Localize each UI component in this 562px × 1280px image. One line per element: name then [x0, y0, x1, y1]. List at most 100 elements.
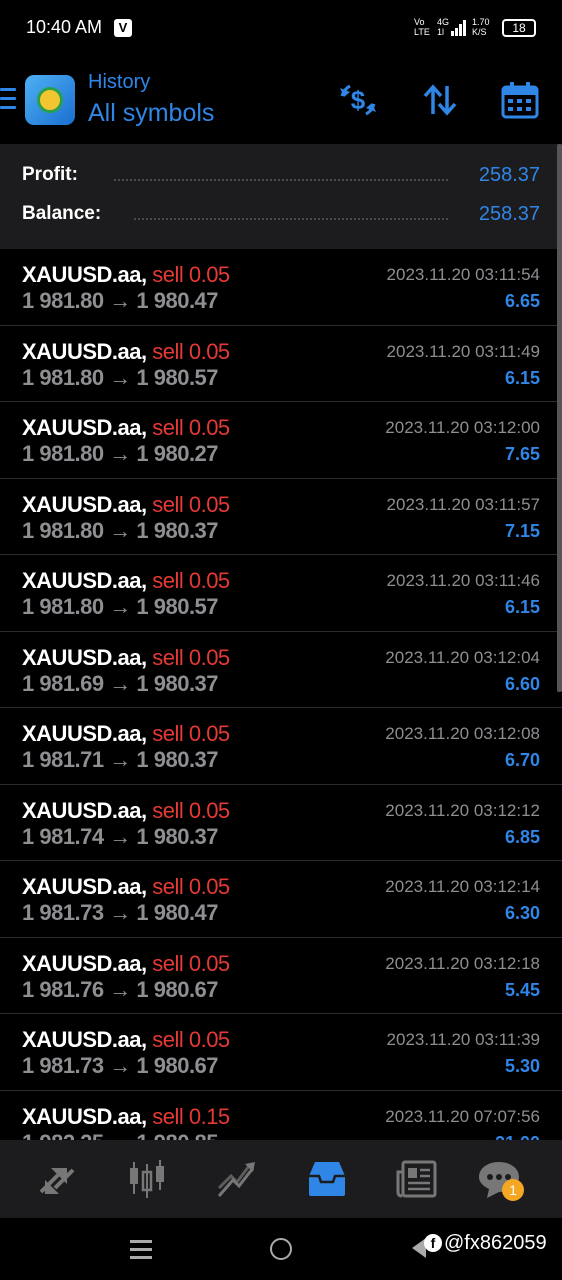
trade-profit: 6.60: [504, 673, 540, 694]
trade-time: 2023.11.20 03:12:00: [385, 418, 540, 437]
divider-dots: [114, 179, 448, 181]
price-arrow-icon: →: [109, 441, 131, 466]
trade-time: 2023.11.20 07:07:56: [385, 1106, 540, 1126]
trade-row[interactable]: XAUUSD.aa, sell 0.05 1 981.80 → 1 980.57 2…: [0, 555, 562, 632]
close-price: 1 980.27: [136, 441, 219, 466]
watermark: f @fx862059: [424, 1232, 547, 1255]
close-price: 1 980.85: [136, 1130, 218, 1141]
trade-side: sell 0.05: [152, 262, 230, 287]
trade-symbol: XAUUSD.aa, sell 0.05: [22, 262, 230, 287]
trade-side: sell 0.05: [152, 721, 230, 746]
trade-prices: 1 981.80 → 1 980.47: [22, 288, 219, 314]
open-price: 1 981.76: [22, 976, 104, 1002]
trade-prices: 1 981.73 → 1 980.47: [22, 900, 219, 926]
menu-icon[interactable]: [0, 88, 16, 110]
sort-icon[interactable]: [420, 80, 460, 120]
open-price: 1 981.73: [22, 900, 104, 925]
open-price: 1 981.80: [22, 364, 104, 390]
open-price: 1 981.71: [22, 747, 104, 772]
app-header: History All symbols $: [0, 58, 562, 144]
page-title[interactable]: All symbols: [88, 99, 214, 128]
close-price: 1 980.67: [136, 976, 219, 1002]
trade-symbol: XAUUSD.aa, sell 0.05: [22, 874, 230, 899]
trade-profit: 6.15: [504, 597, 540, 617]
open-price: 1 981.69: [22, 670, 104, 696]
trade-side: sell 0.05: [152, 950, 230, 976]
chart-icon[interactable]: [125, 1158, 169, 1200]
trade-prices: 1 981.80 → 1 980.37: [22, 517, 219, 544]
calendar-icon[interactable]: [500, 80, 540, 120]
trade-row[interactable]: XAUUSD.aa, sell 0.05 1 981.80 → 1 980.37 2…: [0, 479, 562, 555]
trade-row[interactable]: XAUUSD.aa, sell 0.05 1 981.74 → 1 980.37 2…: [0, 785, 562, 861]
price-arrow-icon: →: [109, 747, 131, 772]
trade-symbol: XAUUSD.aa, sell 0.05: [22, 338, 230, 364]
trade-row[interactable]: XAUUSD.aa, sell 0.151 982.25 → 1 980.85 2…: [0, 1091, 562, 1141]
notification-app-icon: V: [114, 19, 132, 37]
trade-row[interactable]: XAUUSD.aa, sell 0.05 1 981.73 → 1 980.67 2…: [0, 1014, 562, 1091]
scrollbar[interactable]: [557, 144, 562, 692]
close-price: 1 980.57: [136, 594, 219, 619]
page-subtitle: History: [88, 71, 151, 93]
close-price: 1 980.37: [136, 517, 219, 543]
home-button[interactable]: [270, 1238, 292, 1260]
close-price: 1 980.37: [136, 670, 219, 696]
price-arrow-icon: →: [109, 900, 131, 925]
price-arrow-icon: →: [109, 517, 131, 543]
trade-time: 2023.11.20 03:12:12: [385, 800, 540, 820]
trade-time: 2023.11.20 03:12:14: [385, 877, 540, 896]
profit-value: 258.37: [478, 164, 540, 186]
trade-time: 2023.11.20 03:11:57: [386, 494, 540, 514]
trade-row[interactable]: XAUUSD.aa, sell 0.05 1 981.80 → 1 980.27 2…: [0, 402, 562, 479]
trade-row[interactable]: XAUUSD.aa, sell 0.05 1 981.76 → 1 980.67 2…: [0, 938, 562, 1014]
open-price: 1 981.80: [22, 441, 104, 466]
network-gen-indicator: 4G 1l: [437, 17, 450, 37]
price-arrow-icon: →: [109, 594, 131, 619]
trade-time: 2023.11.20 03:11:54: [386, 265, 540, 284]
trade-row[interactable]: XAUUSD.aa, sell 0.05 1 981.80 → 1 980.47 2…: [0, 249, 562, 326]
balance-label: Balance:: [22, 203, 110, 225]
trade-row[interactable]: XAUUSD.aa, sell 0.05 1 981.80 → 1 980.57 2…: [0, 326, 562, 402]
trade-symbol: XAUUSD.aa, sell 0.05: [22, 415, 230, 440]
system-navigation-bar: f @fx862059: [0, 1218, 562, 1280]
volte-indicator: Vo LTE: [414, 17, 430, 37]
currency-exchange-icon[interactable]: $: [338, 80, 378, 120]
price-arrow-icon: →: [109, 1053, 131, 1078]
quotes-icon[interactable]: [35, 1158, 79, 1200]
trade-profit: 6.65: [504, 291, 540, 311]
trade-prices: 1 981.80 → 1 980.57: [22, 594, 219, 620]
trade-row[interactable]: XAUUSD.aa, sell 0.05 1 981.73 → 1 980.47 2…: [0, 861, 562, 938]
price-arrow-icon: →: [109, 823, 131, 849]
trade-time: 2023.11.20 03:12:04: [385, 647, 540, 667]
trade-side: sell 0.15: [152, 1103, 230, 1129]
metatrader-logo[interactable]: [25, 75, 75, 125]
trade-prices: 1 981.73 → 1 980.67: [22, 1053, 219, 1079]
trade-profit: 5.30: [504, 1056, 540, 1076]
news-icon[interactable]: [395, 1158, 439, 1200]
recent-apps-button[interactable]: [130, 1240, 152, 1264]
close-price: 1 980.67: [136, 1053, 219, 1078]
trade-profit: 7.15: [504, 520, 540, 541]
history-icon[interactable]: [305, 1158, 349, 1200]
close-price: 1 980.47: [136, 900, 219, 925]
close-price: 1 980.57: [136, 364, 219, 390]
svg-text:$: $: [351, 85, 366, 115]
trade-side: sell 0.05: [152, 874, 230, 899]
trade-symbol: XAUUSD.aa, sell 0.05: [22, 797, 230, 823]
trade-prices: 1 981.74 → 1 980.37: [22, 823, 219, 850]
trade-row[interactable]: XAUUSD.aa, sell 0.05 1 981.71 → 1 980.37 2…: [0, 708, 562, 785]
profit-row: Profit: 258.37: [22, 164, 540, 194]
signal-icon: [451, 20, 466, 36]
price-arrow-icon: →: [109, 976, 131, 1002]
divider-dots: [134, 218, 448, 220]
close-price: 1 980.47: [136, 288, 219, 313]
trade-icon[interactable]: [215, 1158, 259, 1200]
status-bar: 10:40 AM V Vo LTE 4G 1l 1.70 K/S 18: [0, 0, 562, 58]
account-summary: Profit: 258.37 Balance: 258.37: [0, 144, 562, 249]
trade-prices: 1 981.80 → 1 980.57: [22, 364, 219, 391]
trade-history-list[interactable]: XAUUSD.aa, sell 0.05 1 981.80 → 1 980.47 2…: [0, 249, 562, 1140]
trade-row[interactable]: XAUUSD.aa, sell 0.05 1 981.69 → 1 980.37 2…: [0, 632, 562, 708]
open-price: 1 982.25: [22, 1130, 104, 1141]
trade-prices: 1 981.80 → 1 980.27: [22, 441, 219, 467]
trade-side: sell 0.05: [152, 1027, 230, 1052]
trade-symbol: XAUUSD.aa, sell 0.05: [22, 568, 230, 593]
